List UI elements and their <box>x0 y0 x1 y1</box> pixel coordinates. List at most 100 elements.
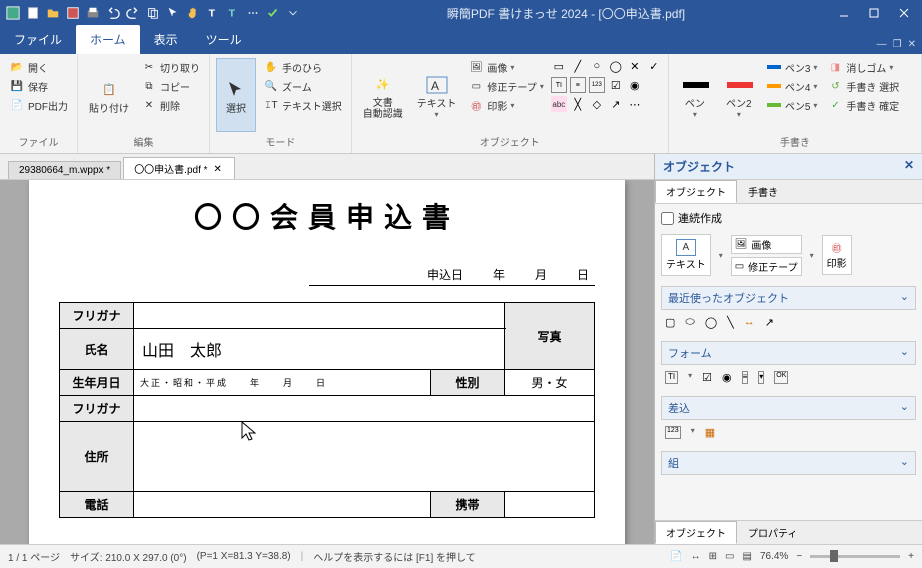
pen2-button[interactable]: ペン2▾ <box>719 58 759 132</box>
arrow-icon[interactable]: ↗ <box>765 316 774 329</box>
dropdown-icon[interactable]: ▾ <box>810 251 814 260</box>
qat-copy-icon[interactable] <box>144 4 162 22</box>
continuous-checkbox[interactable]: 連続作成 <box>661 210 916 226</box>
highlight-icon[interactable]: abc <box>551 96 567 112</box>
shape-cross-icon[interactable]: ✕ <box>627 58 643 74</box>
menu-tool[interactable]: ツール <box>192 25 256 54</box>
form-radio-icon[interactable]: ◉ <box>722 371 732 384</box>
qat-more-icon[interactable] <box>244 4 262 22</box>
close-icon[interactable]: ✕ <box>214 164 224 174</box>
text-button[interactable]: Aテキスト▾ <box>412 58 462 132</box>
sp-stamp-button[interactable]: ㊞印影 <box>822 235 852 275</box>
form-list-icon[interactable]: ≡ <box>742 371 749 384</box>
status-icon4[interactable]: ▭ <box>725 551 734 562</box>
qat-text-icon[interactable]: T <box>204 4 222 22</box>
zoom-in-icon[interactable]: + <box>908 551 914 562</box>
sp-tape-button[interactable]: ▭修正テープ <box>731 257 802 276</box>
textsel-button[interactable]: 𝙸Tテキスト選択 <box>260 96 345 114</box>
hw-fix-button[interactable]: ✓手書き 確定 <box>824 96 902 114</box>
zoom-slider[interactable] <box>810 555 900 558</box>
qat-pointer-icon[interactable] <box>164 4 182 22</box>
input-text-icon[interactable]: TI <box>551 77 567 93</box>
insert-field-icon[interactable]: 123 <box>665 426 681 439</box>
image-button[interactable]: 🖼画像▾ <box>465 58 546 76</box>
qat-print-icon[interactable] <box>84 4 102 22</box>
side-tab-object[interactable]: オブジェクト <box>655 180 737 203</box>
qat-check-icon[interactable] <box>264 4 282 22</box>
panel-close-icon[interactable]: ✕ <box>904 158 914 175</box>
input-num-icon[interactable]: 123 <box>589 77 605 93</box>
pen4-button[interactable]: ペン4▾ <box>763 77 821 95</box>
side-tab-handwrite[interactable]: 手書き <box>737 180 789 203</box>
sp-section-insert[interactable]: 差込⌄ <box>661 396 916 420</box>
menu-home[interactable]: ホーム <box>76 25 140 54</box>
autorecog-button[interactable]: ✨文書 自動認識 <box>358 58 408 132</box>
qat-open-icon[interactable] <box>44 4 62 22</box>
sp-section-form[interactable]: フォーム⌄ <box>661 341 916 365</box>
pen3-button[interactable]: ペン3▾ <box>763 58 821 76</box>
delete-button[interactable]: ✕削除 <box>138 96 203 114</box>
sp-section-group[interactable]: 組⌄ <box>661 451 916 475</box>
input-radio-icon[interactable]: ◉ <box>627 77 643 93</box>
insert-table-icon[interactable]: ▦ <box>705 426 715 439</box>
roundrect-icon[interactable]: ▢ <box>665 316 675 329</box>
mdi-restore-icon[interactable]: ❐ <box>893 39 902 50</box>
paste-button[interactable]: 📋貼り付け <box>84 58 134 132</box>
menu-file[interactable]: ファイル <box>0 25 76 54</box>
status-icon2[interactable]: ↔ <box>691 551 701 562</box>
qat-hand-icon[interactable] <box>184 4 202 22</box>
dropdown-icon[interactable]: ▾ <box>719 251 723 260</box>
select-button[interactable]: 選択 <box>216 58 256 132</box>
menu-view[interactable]: 表示 <box>140 25 192 54</box>
open-button[interactable]: 📂開く <box>6 58 71 76</box>
shape-circle-icon[interactable]: ◯ <box>608 58 624 74</box>
stamp-button[interactable]: ㊞印影▾ <box>465 96 546 114</box>
form-btn-icon[interactable]: OK <box>774 371 788 384</box>
others-icon[interactable]: ⋯ <box>627 96 643 112</box>
qat-undo-icon[interactable] <box>104 4 122 22</box>
doc-tab-2[interactable]: 〇〇申込書.pdf *✕ <box>123 157 234 179</box>
name-value[interactable]: 山田 太郎 <box>134 329 505 370</box>
sp-image-button[interactable]: 🖼画像 <box>731 235 802 254</box>
pen1-button[interactable]: ペン▾ <box>675 58 715 132</box>
qat-redo-icon[interactable] <box>124 4 142 22</box>
sp-section-recent[interactable]: 最近使ったオブジェクト⌄ <box>661 286 916 310</box>
arrow-icon[interactable]: ↗ <box>608 96 624 112</box>
copy-button[interactable]: ⧉コピー <box>138 77 203 95</box>
form-text-icon[interactable]: TI <box>665 371 678 384</box>
qat-text2-icon[interactable]: T <box>224 4 242 22</box>
shape-rect-icon[interactable]: ▭ <box>551 58 567 74</box>
oval-icon[interactable]: ⬭ <box>685 316 694 329</box>
status-icon5[interactable]: ▤ <box>743 551 752 562</box>
line-icon[interactable]: ╲ <box>727 316 734 329</box>
hand-button[interactable]: ✋手のひら <box>260 58 345 76</box>
cut-button[interactable]: ✂切り取り <box>138 58 203 76</box>
strike-icon[interactable]: ◇ <box>589 96 605 112</box>
mdi-minimize-icon[interactable]: — <box>877 39 887 50</box>
minimize-button[interactable] <box>830 3 858 23</box>
eraser-button[interactable]: ◨消しゴム▾ <box>824 58 902 76</box>
sp-btab-property[interactable]: プロパティ <box>737 521 808 544</box>
dimline-icon[interactable]: ↔ <box>744 316 755 329</box>
shape-oval-icon[interactable]: ○ <box>589 58 605 74</box>
form-combo-icon[interactable]: ▾ <box>758 371 764 384</box>
qat-dropdown-icon[interactable] <box>284 4 302 22</box>
sp-text-button[interactable]: Aテキスト <box>661 234 711 276</box>
shape-line-icon[interactable]: ╱ <box>570 58 586 74</box>
status-zoom[interactable]: 76.4% <box>760 551 788 562</box>
qat-app-icon[interactable] <box>4 4 22 22</box>
doc-tab-1[interactable]: 29380664_m.wppx * <box>8 161 121 179</box>
qat-save-icon[interactable] <box>64 4 82 22</box>
tape-button[interactable]: ▭修正テープ▾ <box>465 77 546 95</box>
pen5-button[interactable]: ペン5▾ <box>763 96 821 114</box>
maximize-button[interactable] <box>860 3 888 23</box>
sp-btab-object[interactable]: オブジェクト <box>655 521 737 544</box>
input-cb-icon[interactable]: ☑ <box>608 77 624 93</box>
zoom-out-icon[interactable]: − <box>796 551 802 562</box>
input-multi-icon[interactable]: ≡ <box>570 77 586 93</box>
pdfout-button[interactable]: 📄PDF出力 <box>6 96 71 114</box>
shape-check-icon[interactable]: ✓ <box>646 58 662 74</box>
close-button[interactable] <box>890 3 918 23</box>
circle-icon[interactable]: ◯ <box>705 316 717 329</box>
qat-new-icon[interactable] <box>24 4 42 22</box>
